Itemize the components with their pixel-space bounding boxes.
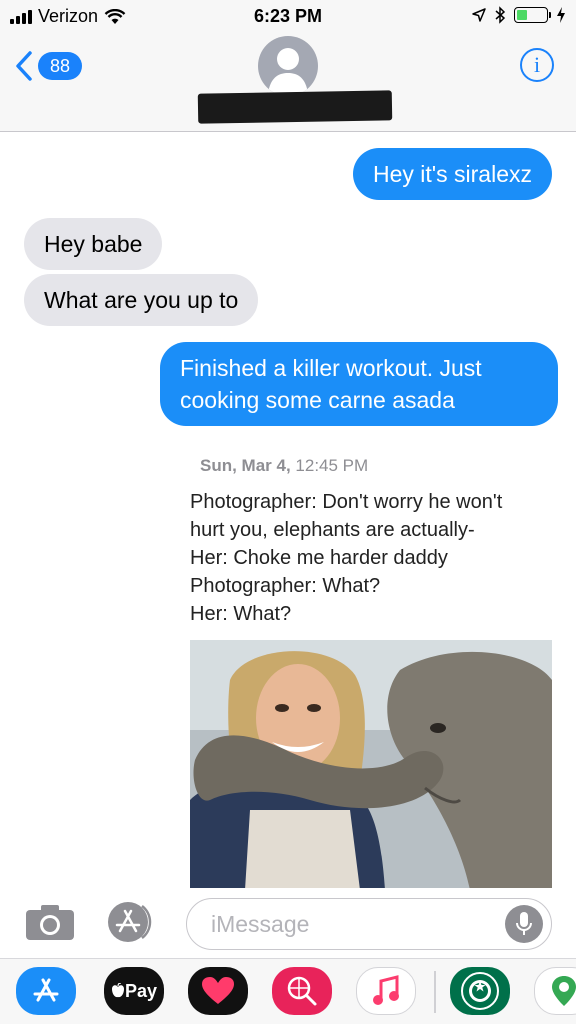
meme-line: hurt you, elephants are actually- xyxy=(190,519,475,541)
charging-bolt-icon xyxy=(557,7,565,23)
conversation-header: 88 i xyxy=(0,36,576,132)
bluetooth-icon xyxy=(495,6,506,24)
meme-line: Photographer: What? xyxy=(190,575,381,597)
app-store-icon xyxy=(108,902,152,942)
incoming-message-bubble[interactable]: Hey babe xyxy=(24,218,163,270)
contact-avatar[interactable] xyxy=(258,36,318,96)
meme-photo xyxy=(190,640,552,888)
status-right xyxy=(472,6,566,24)
status-bar: Verizon 6:23 PM xyxy=(0,0,576,36)
google-maps-app[interactable] xyxy=(534,967,576,1015)
meme-line: Her: What? xyxy=(190,603,292,625)
mic-button[interactable] xyxy=(505,905,543,943)
music-note-icon xyxy=(373,975,399,1005)
apple-pay-app[interactable]: Pay xyxy=(104,967,164,1015)
compose-bar: iMessage xyxy=(0,888,576,958)
message-input[interactable]: iMessage xyxy=(186,898,552,950)
apple-pay-label: Pay xyxy=(124,980,158,1001)
message-timestamp: Sun, Mar 4, 12:45 PM xyxy=(200,456,368,476)
image-attachment[interactable]: Photographer: Don't worry he won't hurt … xyxy=(180,480,560,888)
microphone-icon xyxy=(516,912,532,935)
images-search-app[interactable] xyxy=(272,967,332,1015)
meme-line: Photographer: Don't worry he won't xyxy=(190,491,503,513)
contact-name-redacted[interactable] xyxy=(197,90,393,124)
woman-with-elephant-photo xyxy=(190,640,552,888)
meme-line: Her: Choke me harder daddy xyxy=(190,547,448,569)
digital-touch-app[interactable] xyxy=(188,967,248,1015)
globe-search-icon xyxy=(287,976,317,1006)
timestamp-date: Sun, Mar 4, xyxy=(200,456,291,475)
chevron-left-icon xyxy=(16,51,32,81)
outgoing-message-bubble[interactable]: Hey it's siralexz xyxy=(352,148,552,200)
drawer-divider xyxy=(434,971,436,1013)
app-store-app[interactable] xyxy=(16,967,76,1015)
camera-icon xyxy=(26,905,74,940)
outgoing-message-bubble[interactable]: Finished a killer workout. Just cooking … xyxy=(160,342,558,426)
app-store-icon xyxy=(33,978,59,1002)
unread-count-badge: 88 xyxy=(38,52,82,80)
location-arrow-icon xyxy=(472,8,486,22)
app-drawer: Pay xyxy=(0,958,576,1024)
battery-icon xyxy=(514,7,551,23)
info-button[interactable]: i xyxy=(520,48,554,82)
timestamp-time: 12:45 PM xyxy=(295,456,369,475)
app-store-button[interactable] xyxy=(106,900,156,944)
apple-logo-icon xyxy=(111,983,124,998)
google-maps-icon xyxy=(552,976,576,1006)
meme-caption: Photographer: Don't worry he won't hurt … xyxy=(190,488,502,628)
starbucks-app[interactable] xyxy=(450,967,510,1015)
music-app[interactable] xyxy=(356,967,416,1015)
incoming-message-bubble[interactable]: What are you up to xyxy=(24,274,259,326)
camera-button[interactable] xyxy=(24,902,76,942)
back-button[interactable]: 88 xyxy=(14,50,82,82)
person-silhouette-icon xyxy=(268,48,308,94)
message-thread[interactable]: Hey it's siralexz Hey babe What are you … xyxy=(0,132,576,888)
battery-fill xyxy=(517,10,527,20)
message-input-placeholder: iMessage xyxy=(211,911,310,937)
heart-icon xyxy=(202,977,234,1004)
starbucks-logo-icon xyxy=(461,972,499,1010)
